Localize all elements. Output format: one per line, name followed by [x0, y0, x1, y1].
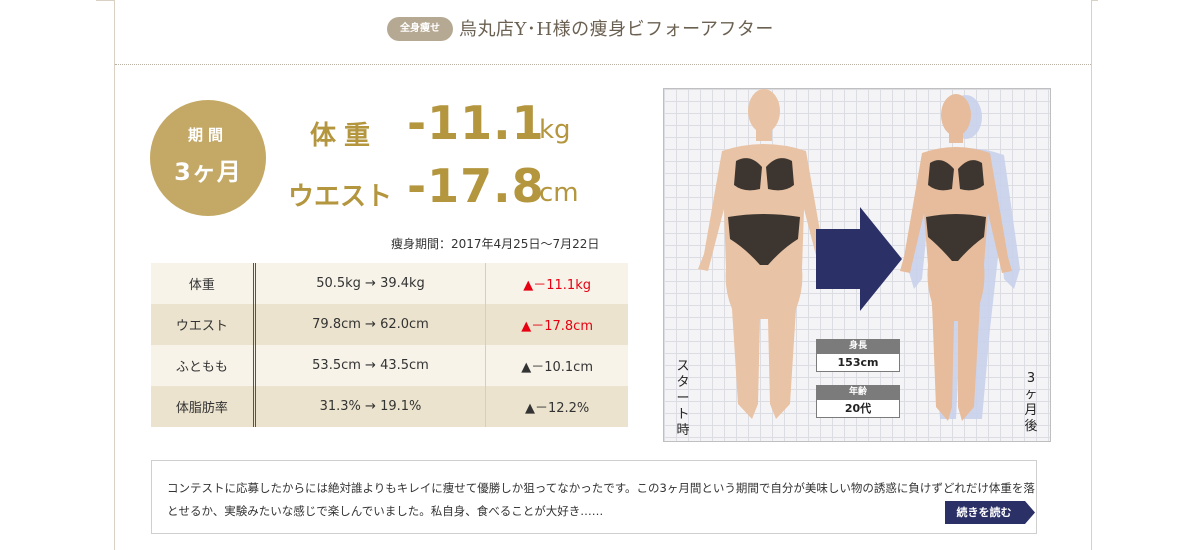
measurement-item: ウエスト	[151, 304, 256, 345]
measurement-diff: ▲－17.8cm	[485, 304, 628, 345]
weight-result-value: -11.1	[407, 96, 545, 150]
age-badge-value: 20代	[816, 399, 900, 418]
table-row: 体重 50.5kg → 39.4kg ▲－11.1kg	[151, 263, 628, 304]
read-more-button[interactable]: 続きを読む	[945, 501, 1035, 524]
measurement-table: 体重 50.5kg → 39.4kg ▲－11.1kg ウエスト 79.8cm → 62…	[151, 263, 628, 427]
measurement-item: ふともも	[151, 345, 256, 386]
table-row: 体脂肪率 31.3% → 19.1% ▲－12.2%	[151, 386, 628, 427]
page-title: 烏丸店Y･H様の痩身ビフォーアフター	[459, 19, 774, 40]
before-label: スタート時	[676, 359, 690, 438]
measurement-change: 53.5cm → 43.5cm	[254, 345, 487, 386]
read-more-label: 続きを読む	[956, 506, 1012, 519]
measurement-change: 50.5kg → 39.4kg	[254, 263, 487, 304]
waist-result-label: ウエスト	[288, 182, 393, 212]
measurement-change: 79.8cm → 62.0cm	[254, 304, 487, 345]
measurement-diff: ▲－12.2%	[485, 386, 628, 427]
period-badge: 期間 3ヶ月	[150, 100, 266, 216]
before-after-photo: スタート時 3ヶ月後 身長 153cm 年齢 20代	[663, 88, 1051, 442]
slimming-period: 痩身期間：2017年4月25日〜7月22日	[391, 237, 600, 251]
card-header: 全身痩せ 烏丸店Y･H様の痩身ビフォーアフター	[115, 0, 1091, 65]
measurement-item: 体脂肪率	[151, 386, 256, 427]
waist-result-unit: cm	[539, 178, 579, 208]
category-tag[interactable]: 全身痩せ	[387, 17, 453, 41]
height-badge-value: 153cm	[816, 353, 900, 372]
case-card: 全身痩せ 烏丸店Y･H様の痩身ビフォーアフター 期間 3ヶ月 体重 -11.1 …	[114, 0, 1092, 550]
age-badge: 年齢 20代	[816, 385, 900, 418]
right-arrow-icon	[816, 207, 902, 311]
measurement-change: 31.3% → 19.1%	[254, 386, 487, 427]
measurement-diff: ▲－10.1cm	[485, 345, 628, 386]
period-badge-label: 期間	[187, 126, 228, 144]
height-badge-label: 身長	[816, 339, 900, 353]
waist-result-value: -17.8	[407, 159, 545, 213]
period-badge-value: 3ヶ月	[174, 158, 242, 186]
height-badge: 身長 153cm	[816, 339, 900, 372]
weight-result-label: 体重	[310, 121, 379, 151]
measurement-diff: ▲－11.1kg	[485, 263, 628, 304]
table-row: ふともも 53.5cm → 43.5cm ▲－10.1cm	[151, 345, 628, 386]
table-row: ウエスト 79.8cm → 62.0cm ▲－17.8cm	[151, 304, 628, 345]
age-badge-label: 年齢	[816, 385, 900, 399]
weight-result-unit: kg	[539, 115, 571, 145]
testimonial-box: コンテストに応募したからには絶対誰よりもキレイに痩せて優勝しか狙ってなかったです…	[151, 460, 1037, 534]
testimonial-text: コンテストに応募したからには絶対誰よりもキレイに痩せて優勝しか狙ってなかったです…	[167, 481, 1035, 518]
after-label: 3ヶ月後	[1024, 371, 1038, 434]
measurement-item: 体重	[151, 263, 256, 304]
